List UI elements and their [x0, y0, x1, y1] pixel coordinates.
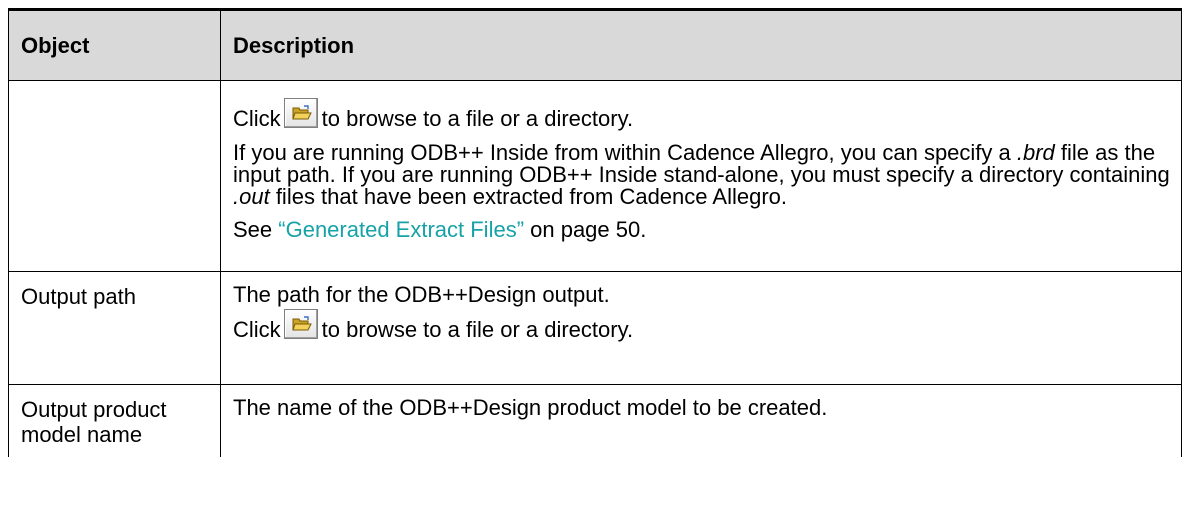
object-cell: Output path: [8, 271, 221, 385]
click-suffix: to browse to a file or a directory.: [321, 317, 634, 342]
inside-paragraph: If you are running ODB++ Inside from wit…: [233, 142, 1171, 208]
description-cell: The path for the ODB++Design output. Cli…: [220, 271, 1182, 385]
browse-instruction: Click to browse to a file or a directory…: [233, 95, 1171, 131]
click-label: Click: [233, 317, 281, 342]
object-cell: Output product model name: [8, 384, 221, 457]
browse-instruction: Click to browse to a file or a directory…: [233, 306, 1171, 342]
out-extension: .out: [233, 184, 270, 209]
description-table: Object Description Click to browse to a …: [8, 8, 1182, 457]
description-text: The name of the ODB++Design product mode…: [233, 395, 828, 420]
table-row: Output path The path for the ODB++Design…: [8, 271, 1182, 385]
description-cell: Click to browse to a file or a directory…: [220, 80, 1182, 272]
open-folder-icon: [291, 316, 312, 331]
header-object: Object: [8, 8, 221, 81]
page-reference: on page 50.: [524, 217, 647, 242]
table-header-row: Object Description: [8, 8, 1182, 81]
object-cell: [8, 80, 221, 272]
see-reference: See “Generated Extract Files” on page 50…: [233, 219, 1171, 241]
browse-button[interactable]: [283, 309, 318, 339]
paragraph-text: files that have been extracted from Cade…: [269, 184, 788, 209]
table-row: Output product model name The name of th…: [8, 384, 1182, 457]
open-folder-icon: [291, 105, 312, 120]
see-prefix: See: [233, 217, 279, 242]
browse-button[interactable]: [283, 98, 318, 128]
description-cell: The name of the ODB++Design product mode…: [220, 384, 1182, 457]
click-suffix: to browse to a file or a directory.: [321, 106, 634, 131]
generated-extract-files-link[interactable]: “Generated Extract Files”: [278, 217, 524, 242]
table-row: Click to browse to a file or a directory…: [8, 80, 1182, 272]
click-label: Click: [233, 106, 281, 131]
header-description: Description: [220, 8, 1182, 81]
description-text: The path for the ODB++Design output.: [233, 282, 610, 307]
